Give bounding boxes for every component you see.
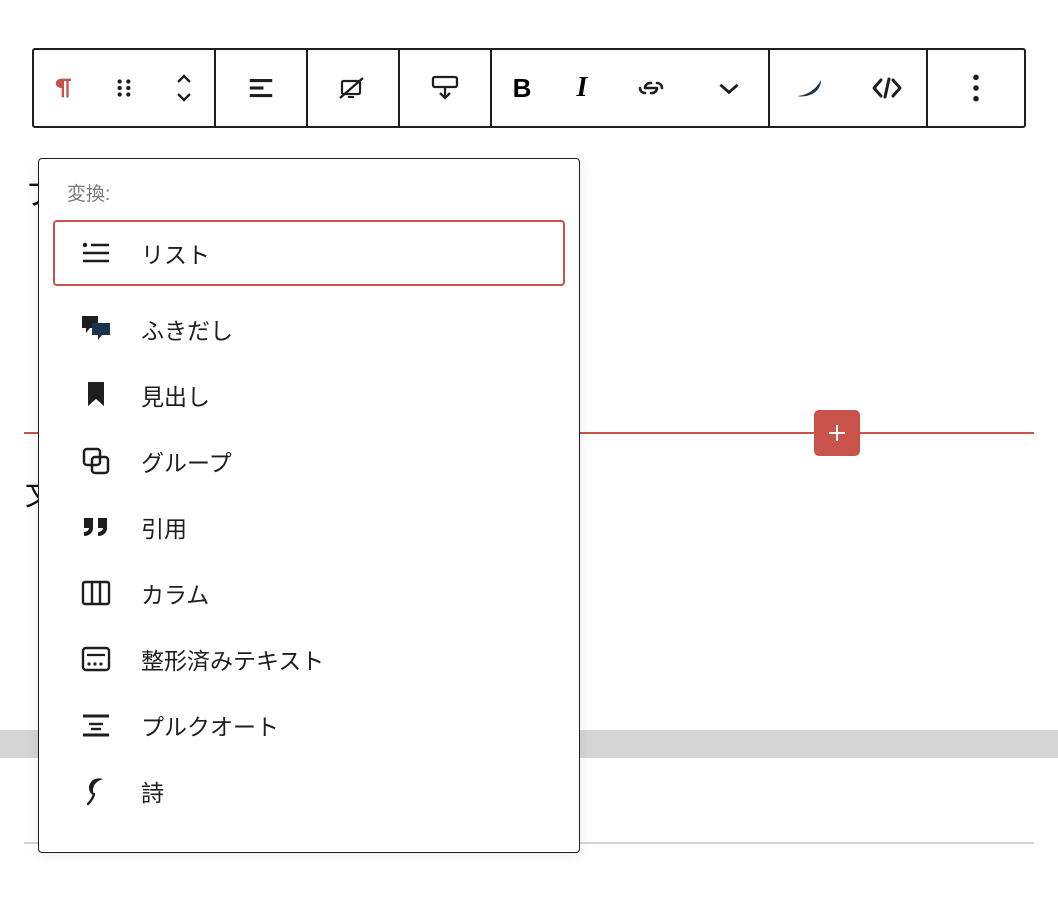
add-block-button[interactable] [814, 410, 860, 456]
columns-icon [79, 576, 113, 610]
theme-button[interactable] [770, 50, 848, 126]
transform-list: リストふきだし見出しグループ引用カラム整形済みテキストプルクオート詩 [39, 220, 579, 824]
italic-label: I [577, 72, 588, 104]
move-up-down-button[interactable] [154, 50, 214, 126]
transform-item-preformatted[interactable]: 整形済みテキスト [55, 626, 563, 692]
transform-item-quote[interactable]: 引用 [55, 494, 563, 560]
transform-item-bookmark[interactable]: 見出し [55, 362, 563, 428]
align-button[interactable] [216, 50, 306, 126]
transform-popover-title: 変換: [39, 179, 579, 216]
align-left-icon [246, 73, 276, 103]
toolbar-group-align [216, 50, 308, 126]
edit-visually-icon [337, 73, 369, 103]
chevron-down-icon [716, 78, 742, 98]
move-arrows-icon [172, 72, 196, 104]
transform-item-group[interactable]: グループ [55, 428, 563, 494]
pullquote-icon [79, 708, 113, 742]
block-toolbar: B I [32, 48, 1026, 128]
edit-visually-button[interactable] [308, 50, 398, 126]
preformatted-icon [79, 642, 113, 676]
transform-item-label: グループ [141, 444, 232, 478]
italic-button[interactable]: I [552, 50, 612, 126]
drag-icon [111, 75, 137, 101]
transform-item-label: 整形済みテキスト [141, 642, 324, 676]
transform-item-label: プルクオート [141, 708, 279, 742]
toolbar-group-block [34, 50, 216, 126]
theme-icon [793, 74, 825, 102]
transform-item-list[interactable]: リスト [53, 220, 565, 286]
toolbar-group-rich-text: B I [492, 50, 770, 126]
transform-item-columns[interactable]: カラム [55, 560, 563, 626]
drag-handle-button[interactable] [94, 50, 154, 126]
toolbar-group-visibility [308, 50, 400, 126]
transform-item-speech[interactable]: ふきだし [55, 296, 563, 362]
list-icon [79, 236, 113, 270]
bold-label: B [513, 73, 532, 104]
verse-icon [79, 774, 113, 808]
transform-item-verse[interactable]: 詩 [55, 758, 563, 824]
speech-icon [79, 312, 113, 346]
toolbar-group-width [400, 50, 492, 126]
html-code-button[interactable] [848, 50, 926, 126]
transform-item-label: 見出し [141, 378, 210, 412]
full-width-button[interactable] [400, 50, 490, 126]
transform-popover: 変換: リストふきだし見出しグループ引用カラム整形済みテキストプルクオート詩 [38, 158, 580, 853]
link-button[interactable] [612, 50, 690, 126]
transform-item-label: カラム [141, 576, 209, 610]
transform-item-label: 詩 [141, 774, 164, 808]
quote-icon [79, 510, 113, 544]
paragraph-icon [50, 74, 78, 102]
group-icon [79, 444, 113, 478]
more-vertical-icon [971, 73, 981, 103]
bookmark-icon [79, 378, 113, 412]
full-width-icon [428, 73, 462, 103]
more-rich-text-button[interactable] [690, 50, 768, 126]
block-type-button[interactable] [34, 50, 94, 126]
link-icon [635, 74, 667, 102]
transform-item-label: ふきだし [141, 312, 233, 346]
transform-item-pullquote[interactable]: プルクオート [55, 692, 563, 758]
plus-icon [825, 421, 849, 445]
transform-item-label: リスト [141, 236, 210, 270]
bold-button[interactable]: B [492, 50, 552, 126]
transform-item-label: 引用 [141, 510, 187, 544]
toolbar-group-theme [770, 50, 928, 126]
more-options-button[interactable] [937, 50, 1015, 126]
toolbar-group-more [928, 50, 1024, 126]
code-icon [870, 75, 904, 101]
